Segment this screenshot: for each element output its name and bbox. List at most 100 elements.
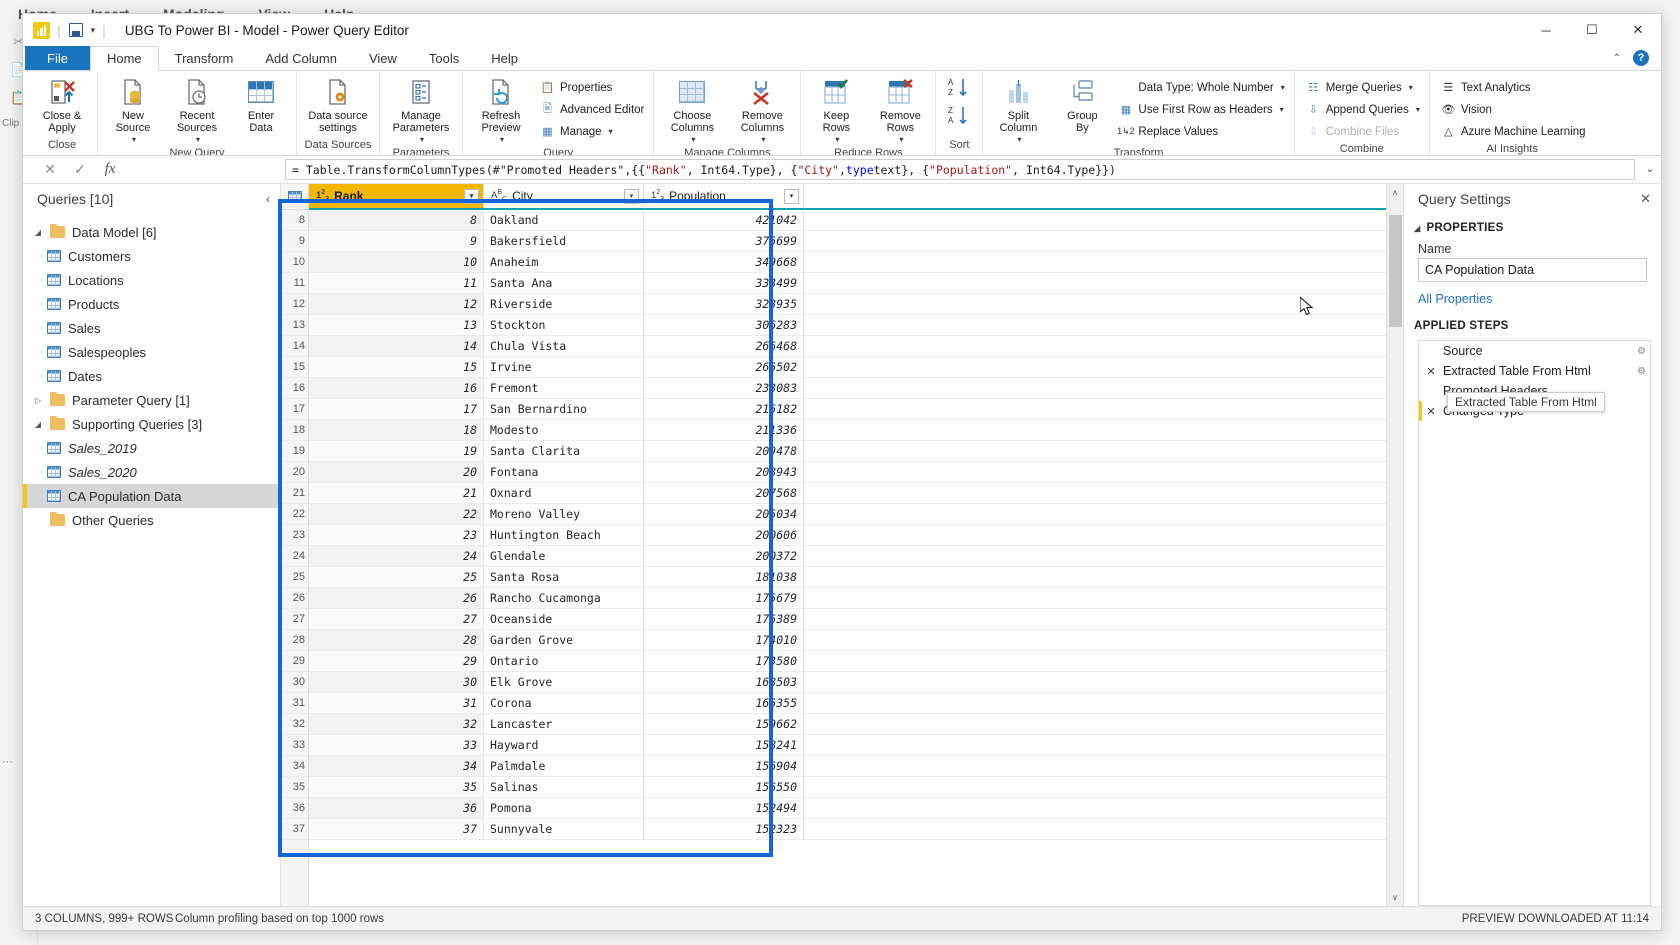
group-by-button[interactable]: Group By bbox=[1051, 75, 1113, 134]
cell-rank[interactable]: 35 bbox=[309, 777, 484, 797]
close-button[interactable]: ✕ bbox=[1615, 14, 1661, 46]
cell-population[interactable]: 181038 bbox=[644, 567, 804, 587]
cell-population[interactable]: 375699 bbox=[644, 231, 804, 251]
row-number[interactable]: 35 bbox=[281, 777, 308, 798]
table-row[interactable]: 27 Oceanside 175389 bbox=[309, 609, 1386, 630]
collapse-ribbon-icon[interactable]: ⌃ bbox=[1613, 53, 1621, 64]
cell-city[interactable]: Oakland bbox=[484, 210, 644, 230]
table-row[interactable]: 36 Pomona 152494 bbox=[309, 798, 1386, 819]
cell-city[interactable]: Bakersfield bbox=[484, 231, 644, 251]
table-row[interactable]: 11 Santa Ana 333499 bbox=[309, 273, 1386, 294]
all-properties-link[interactable]: All Properties bbox=[1404, 282, 1661, 306]
expand-triangle-icon[interactable]: ▷ bbox=[33, 396, 43, 405]
choose-columns-caret-icon[interactable]: ▾ bbox=[691, 134, 695, 146]
cell-population[interactable]: 174010 bbox=[644, 630, 804, 650]
split-column-button[interactable]: Split Column ▾ bbox=[987, 75, 1049, 146]
insert-function-icon[interactable]: fx bbox=[95, 161, 125, 178]
sort-ascending-button[interactable]: A Z bbox=[946, 75, 972, 101]
tab-tools[interactable]: Tools bbox=[413, 46, 475, 70]
table-row[interactable]: 13 Stockton 306283 bbox=[309, 315, 1386, 336]
cell-population[interactable]: 158241 bbox=[644, 735, 804, 755]
query-folder-data-model[interactable]: ◢ Data Model [6] bbox=[23, 220, 280, 244]
close-and-apply-button[interactable]: Close & Apply bbox=[31, 75, 93, 134]
formula-commit-icon[interactable]: ✓ bbox=[65, 161, 95, 178]
table-row[interactable]: 32 Lancaster 159662 bbox=[309, 714, 1386, 735]
remove-columns-button[interactable]: Remove Columns ▾ bbox=[728, 75, 796, 146]
step-settings-gear-icon[interactable]: ⚙ bbox=[1637, 366, 1646, 377]
remove-rows-button[interactable]: Remove Rows ▾ bbox=[869, 75, 931, 146]
table-row[interactable]: 33 Hayward 158241 bbox=[309, 735, 1386, 756]
qat-dropdown-caret-icon[interactable]: ▾ bbox=[91, 25, 96, 36]
cell-population[interactable]: 211336 bbox=[644, 420, 804, 440]
cell-rank[interactable]: 27 bbox=[309, 609, 484, 629]
row-number[interactable]: 34 bbox=[281, 756, 308, 777]
cell-rank[interactable]: 28 bbox=[309, 630, 484, 650]
use-first-row-as-headers-button[interactable]: ▦ Use First Row as Headers ▾ bbox=[1115, 99, 1289, 120]
table-row[interactable]: 25 Santa Rosa 181038 bbox=[309, 567, 1386, 588]
cell-city[interactable]: Oceanside bbox=[484, 609, 644, 629]
applied-step-source[interactable]: Source ⚙ bbox=[1419, 341, 1650, 361]
table-row[interactable]: 12 Riverside 323935 bbox=[309, 294, 1386, 315]
cell-city[interactable]: Riverside bbox=[484, 294, 644, 314]
manage-caret-icon[interactable]: ▾ bbox=[609, 127, 613, 136]
tab-transform[interactable]: Transform bbox=[159, 46, 250, 70]
row-number[interactable]: 30 bbox=[281, 672, 308, 693]
tab-help[interactable]: Help bbox=[475, 46, 534, 70]
row-number[interactable]: 23 bbox=[281, 525, 308, 546]
formula-cancel-icon[interactable]: ✕ bbox=[35, 161, 65, 178]
cell-city[interactable]: Elk Grove bbox=[484, 672, 644, 692]
manage-parameters-caret-icon[interactable]: ▾ bbox=[420, 134, 424, 146]
cell-population[interactable]: 152494 bbox=[644, 798, 804, 818]
cell-rank[interactable]: 23 bbox=[309, 525, 484, 545]
cell-city[interactable]: Glendale bbox=[484, 546, 644, 566]
column-filter-button-rank[interactable]: ▾ bbox=[464, 188, 479, 204]
append-queries-button[interactable]: ⇩ Append Queries ▾ bbox=[1303, 99, 1425, 120]
table-row[interactable]: 10 Anaheim 349668 bbox=[309, 252, 1386, 273]
table-row[interactable]: 34 Palmdale 156904 bbox=[309, 756, 1386, 777]
cell-population[interactable]: 156904 bbox=[644, 756, 804, 776]
tab-add-column[interactable]: Add Column bbox=[249, 46, 353, 70]
query-item-sales-2019[interactable]: Sales_2019 bbox=[23, 436, 280, 460]
cell-rank[interactable]: 18 bbox=[309, 420, 484, 440]
cell-rank[interactable]: 17 bbox=[309, 399, 484, 419]
cell-city[interactable]: Garden Grove bbox=[484, 630, 644, 650]
refresh-preview-button[interactable]: Refresh Preview ▾ bbox=[467, 75, 535, 146]
applied-step-extracted-table-from-html[interactable]: ✕ Extracted Table From Html ⚙ bbox=[1419, 361, 1650, 381]
cell-population[interactable]: 333499 bbox=[644, 273, 804, 293]
scroll-up-button[interactable]: ∧ bbox=[1387, 184, 1404, 201]
cell-city[interactable]: Pomona bbox=[484, 798, 644, 818]
cell-rank[interactable]: 31 bbox=[309, 693, 484, 713]
cell-rank[interactable]: 30 bbox=[309, 672, 484, 692]
collapse-queries-pane-icon[interactable]: ‹ bbox=[266, 192, 270, 206]
expand-triangle-icon[interactable]: ◢ bbox=[33, 228, 43, 237]
scroll-down-button[interactable]: ∨ bbox=[1387, 889, 1404, 906]
table-row[interactable]: 28 Garden Grove 174010 bbox=[309, 630, 1386, 651]
maximize-button[interactable]: ☐ bbox=[1569, 14, 1615, 46]
data-type-button[interactable]: Data Type: Whole Number ▾ bbox=[1115, 77, 1289, 98]
cell-rank[interactable]: 12 bbox=[309, 294, 484, 314]
remove-columns-caret-icon[interactable]: ▾ bbox=[761, 134, 765, 146]
cell-population[interactable]: 205034 bbox=[644, 504, 804, 524]
cell-rank[interactable]: 20 bbox=[309, 462, 484, 482]
column-header-city[interactable]: ABC City ▾ bbox=[484, 184, 644, 208]
table-row[interactable]: 16 Fremont 233083 bbox=[309, 378, 1386, 399]
query-item-ca-population-data[interactable]: CA Population Data bbox=[23, 484, 280, 508]
keep-rows-button[interactable]: Keep Rows ▾ bbox=[805, 75, 867, 146]
recent-sources-caret-icon[interactable]: ▾ bbox=[196, 134, 200, 146]
cell-population[interactable]: 173580 bbox=[644, 651, 804, 671]
row-number[interactable]: 27 bbox=[281, 609, 308, 630]
table-row[interactable]: 19 Santa Clarita 209478 bbox=[309, 441, 1386, 462]
cell-city[interactable]: Oxnard bbox=[484, 483, 644, 503]
table-row[interactable]: 31 Corona 165355 bbox=[309, 693, 1386, 714]
cell-population[interactable]: 323935 bbox=[644, 294, 804, 314]
cell-city[interactable]: Fontana bbox=[484, 462, 644, 482]
row-number[interactable]: 14 bbox=[281, 336, 308, 357]
cell-rank[interactable]: 10 bbox=[309, 252, 484, 272]
cell-population[interactable]: 175679 bbox=[644, 588, 804, 608]
row-number[interactable]: 10 bbox=[281, 252, 308, 273]
tab-view[interactable]: View bbox=[353, 46, 413, 70]
query-item-locations[interactable]: Locations bbox=[23, 268, 280, 292]
query-item-products[interactable]: Products bbox=[23, 292, 280, 316]
preview-vertical-scrollbar[interactable]: ∧ ∨ bbox=[1386, 184, 1403, 906]
cell-rank[interactable]: 33 bbox=[309, 735, 484, 755]
